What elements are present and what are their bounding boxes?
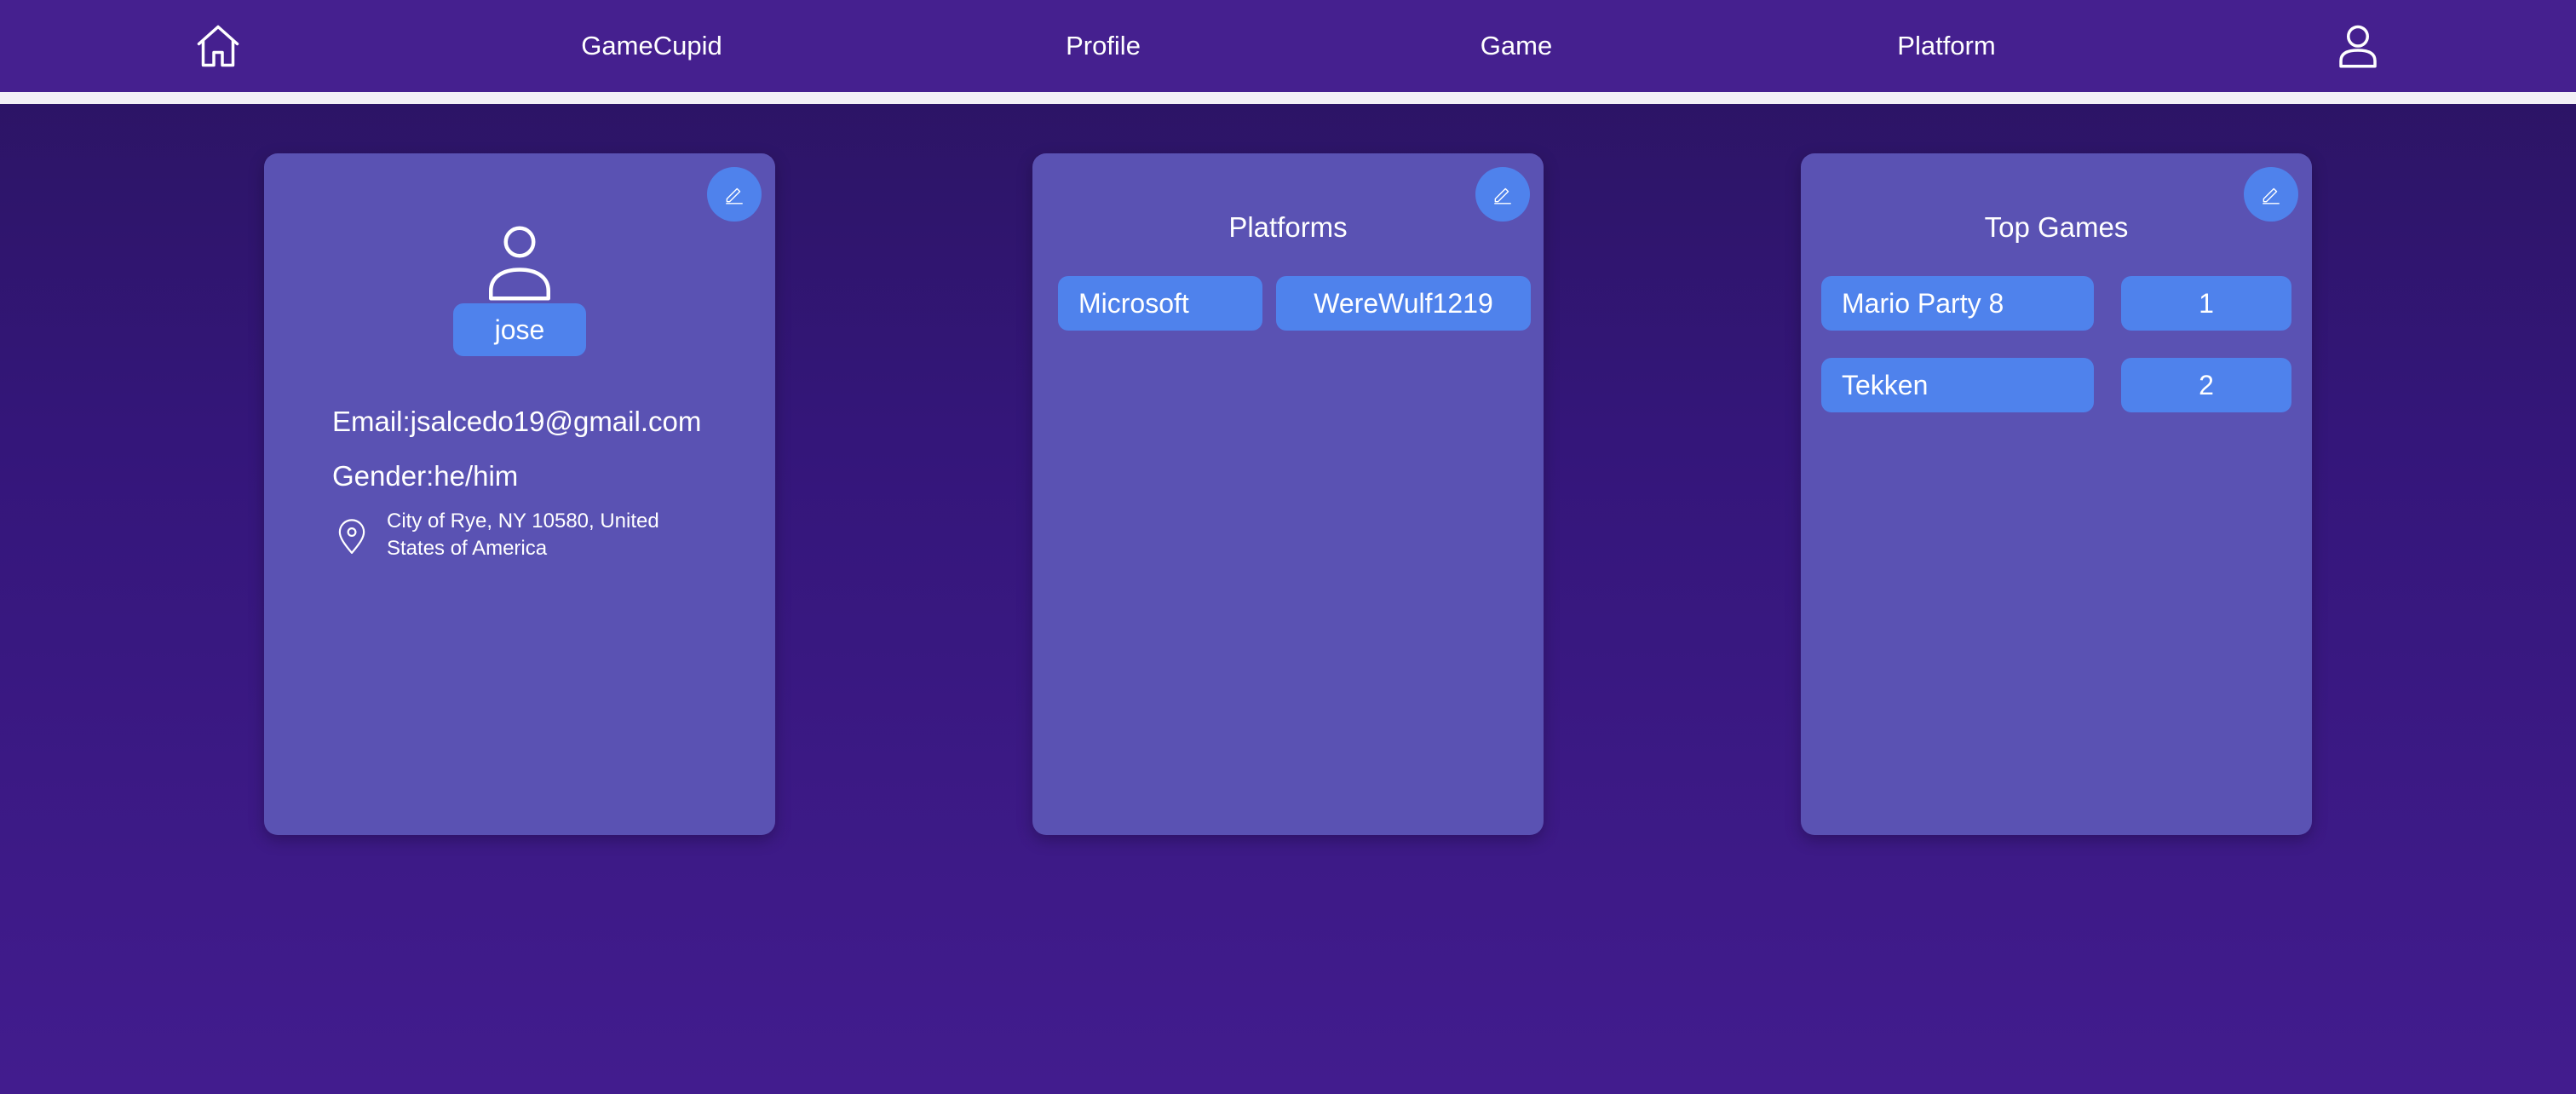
location-text: City of Rye, NY 10580, United States of … [387, 510, 659, 560]
game-name-pill[interactable]: Tekken [1821, 358, 2094, 412]
nav-platform-link[interactable]: Platform [1857, 0, 2036, 92]
edit-profile-button[interactable] [707, 167, 762, 222]
pencil-icon [1494, 187, 1511, 204]
user-icon [489, 226, 550, 301]
top-games-title: Top Games [1984, 211, 2129, 243]
platform-handle-pill[interactable]: WereWulf1219 [1276, 276, 1531, 331]
map-pin-icon [338, 519, 365, 554]
platforms-title: Platforms [1228, 211, 1348, 243]
gender-text: Gender:he/him [332, 460, 519, 492]
platforms-card: Platforms Microsoft WereWulf1219 [1032, 153, 1544, 835]
top-navbar: GameCupid Profile Game Platform [0, 0, 2576, 92]
navbar-divider [0, 92, 2576, 104]
game-rank-pill[interactable]: 2 [2121, 358, 2291, 412]
pencil-icon [726, 187, 743, 204]
nav-brand-link[interactable]: GameCupid [545, 0, 758, 92]
user-icon[interactable] [2332, 20, 2383, 72]
game-name-pill[interactable]: Mario Party 8 [1821, 276, 2094, 331]
username-badge[interactable]: jose [453, 303, 586, 356]
top-games-card: Top Games Mario Party 8 1 Tekken 2 [1801, 153, 2312, 835]
game-rank-pill[interactable]: 1 [2121, 276, 2291, 331]
pencil-icon [2263, 187, 2280, 204]
nav-profile-link[interactable]: Profile [1031, 0, 1176, 92]
email-text: Email:jsalcedo19@gmail.com [332, 406, 702, 437]
home-icon[interactable] [193, 20, 244, 72]
profile-card: jose Email:jsalcedo19@gmail.com Gender:h… [264, 153, 775, 835]
nav-game-link[interactable]: Game [1448, 0, 1584, 92]
platform-name-pill[interactable]: Microsoft [1058, 276, 1262, 331]
